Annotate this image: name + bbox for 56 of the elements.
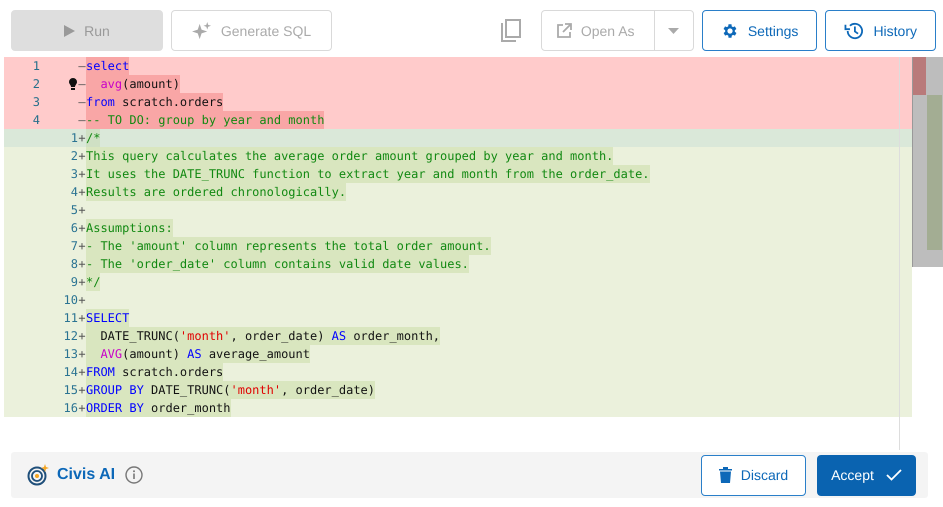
diff-marker: +: [78, 220, 86, 237]
line-number: 1: [70, 130, 78, 147]
external-link-icon: [556, 22, 572, 38]
line-number: 15: [62, 382, 78, 399]
line-number: 13: [62, 346, 78, 363]
diff-marker: +: [78, 310, 86, 327]
line-number: 1: [32, 58, 40, 75]
line-number: 10: [62, 292, 78, 309]
diff-marker: +: [78, 148, 86, 165]
line-number: 7: [70, 238, 78, 255]
lightbulb-icon[interactable]: [69, 78, 77, 90]
diff-marker: +: [78, 400, 86, 417]
line-number: 9: [70, 274, 78, 291]
settings-icon: [720, 22, 739, 40]
diff-marker: —: [78, 76, 86, 93]
diff-marker: +: [78, 382, 86, 399]
line-number: 2: [70, 148, 78, 165]
assistant-title: Civis AI: [57, 466, 116, 484]
sparkle-icon: [192, 22, 212, 40]
line-number: 6: [70, 220, 78, 237]
diff-marker: +: [78, 166, 86, 183]
check-icon: [886, 469, 902, 481]
diff-marker: +: [78, 130, 86, 147]
line-number: 5: [70, 202, 78, 219]
logo-icon: [27, 464, 49, 486]
play-icon: [64, 24, 76, 36]
line-number: 11: [62, 310, 78, 327]
line-number: 16: [62, 400, 78, 417]
line-number: 8: [70, 256, 78, 273]
line-number: 4: [70, 184, 78, 201]
diff-marker: +: [78, 328, 86, 345]
diff-marker: +: [78, 202, 86, 219]
line-number: 3: [32, 94, 40, 111]
diff-marker: +: [78, 364, 86, 381]
diff-marker: +: [78, 238, 86, 255]
history-button[interactable]: History: [825, 10, 936, 51]
discard-button[interactable]: Discard: [701, 454, 806, 496]
diff-marker: +: [78, 256, 86, 273]
trash-icon: [718, 467, 732, 483]
diff-marker: —: [78, 112, 86, 129]
diff-marker: +: [78, 292, 86, 309]
line-number: 14: [62, 364, 78, 381]
info-icon[interactable]: [125, 466, 144, 484]
history-icon: [844, 22, 864, 40]
diff-marker: —: [78, 58, 86, 75]
diff-marker: +: [78, 274, 86, 291]
diff-marker: —: [78, 94, 86, 111]
accept-button[interactable]: Accept: [817, 454, 916, 496]
line-number: 12: [62, 328, 78, 345]
line-number: 4: [32, 112, 40, 129]
settings-button[interactable]: Settings: [702, 10, 818, 51]
diff-marker: +: [78, 184, 86, 201]
caret-icon: [668, 28, 680, 34]
diff-marker: +: [78, 346, 86, 363]
line-number: 3: [70, 166, 78, 183]
line-number: 2: [32, 76, 40, 93]
